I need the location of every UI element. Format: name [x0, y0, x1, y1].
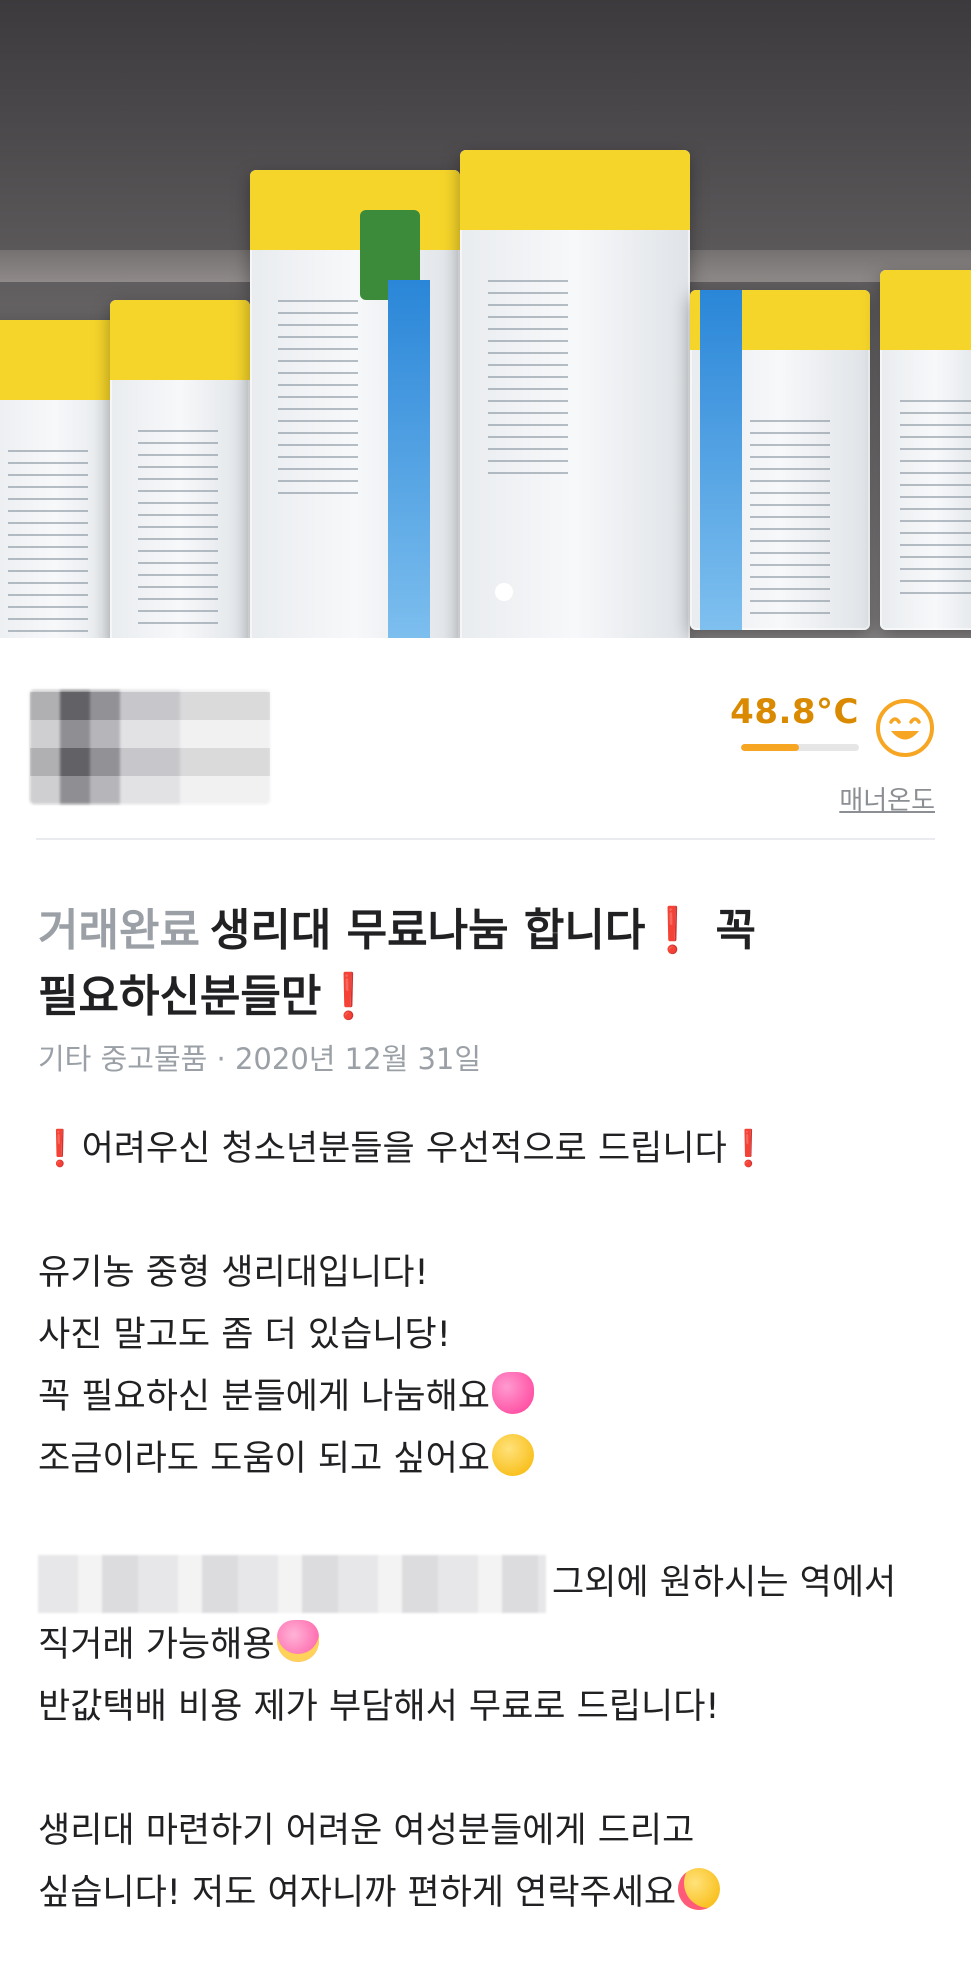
- smiling-face-emoji-icon: [491, 1434, 534, 1476]
- meta-separator: ·: [216, 1042, 226, 1076]
- body-line: 조금이라도 도움이 되고 싶어요: [38, 1428, 935, 1490]
- body-text: 꼭 필요하신 분들에게 나눔해요: [38, 1377, 490, 1417]
- body-line: 사진 말고도 좀 더 있습니당!: [38, 1315, 451, 1355]
- carousel-indicator[interactable]: [495, 583, 513, 601]
- manner-temperature-label[interactable]: 매너온도: [839, 780, 935, 817]
- divider: [36, 838, 935, 840]
- exclamation-icon: ❗: [645, 905, 701, 956]
- body-text: 조금이라도 도움이 되고 싶어요: [38, 1439, 490, 1479]
- smiling-face-with-hearts-icon: [678, 1868, 721, 1910]
- post-date: 2020년 12월 31일: [234, 1042, 482, 1076]
- post-title: 거래완료 생리대 무료나눔 합니다❗ 꼭 필요하신분들만❗: [38, 898, 935, 1030]
- pink-heart-icon: [491, 1372, 534, 1414]
- exclamation-icon: ❗: [726, 1129, 771, 1169]
- exclamation-icon: ❗: [38, 1129, 82, 1169]
- post-body: ❗어려우신 청소년분들을 우선적으로 드립니다❗ 유기농 중형 생리대입니다! …: [38, 1118, 935, 1924]
- body-line: 반값택배 비용 제가 부담해서 무료로 드립니다!: [38, 1687, 720, 1727]
- exclamation-icon: ❗: [321, 971, 377, 1022]
- product-photo[interactable]: [0, 0, 971, 638]
- body-text: 싶습니다! 저도 여자니까 편하게 연락주세요: [38, 1873, 677, 1913]
- heart-with-ribbon-icon: [276, 1620, 319, 1662]
- body-text: 직거래 가능해용: [38, 1625, 275, 1665]
- body-line: 직거래 가능해용: [38, 1614, 935, 1676]
- manner-temperature-fill: [741, 744, 799, 751]
- smiling-face-icon: [876, 699, 934, 757]
- body-text: 어려우신 청소년분들을 우선적으로 드립니다: [81, 1129, 727, 1169]
- body-text: 그외에 원하시는 역에서: [552, 1563, 897, 1603]
- pad-package: [690, 290, 870, 630]
- title-text: 꼭: [715, 905, 756, 956]
- title-text: 생리대 무료나눔 합니다: [209, 905, 646, 956]
- pad-package: [460, 150, 690, 638]
- pad-package: [880, 270, 971, 630]
- title-text: 필요하신분들만: [38, 971, 322, 1022]
- redacted-location: [38, 1555, 546, 1613]
- body-line: ❗어려우신 청소년분들을 우선적으로 드립니다❗: [38, 1118, 935, 1180]
- body-line: 유기농 중형 생리대입니다!: [38, 1253, 429, 1293]
- status-badge: 거래완료: [38, 905, 200, 956]
- body-line: 싶습니다! 저도 여자니까 편하게 연락주세요: [38, 1862, 935, 1924]
- body-line: 생리대 마련하기 어려운 여성분들에게 드리고: [38, 1811, 695, 1851]
- body-line: 그외에 원하시는 역에서: [38, 1552, 935, 1614]
- seller-profile: 48.8°C 매너온도: [0, 638, 971, 838]
- manner-temperature-bar: [741, 744, 859, 751]
- pad-package: [250, 170, 460, 638]
- body-line: 꼭 필요하신 분들에게 나눔해요: [38, 1366, 935, 1428]
- manner-temperature: 48.8°C: [730, 692, 859, 732]
- pad-package: [110, 300, 250, 638]
- category-link[interactable]: 기타 중고물품: [38, 1042, 207, 1076]
- redaction-overlay: [30, 690, 270, 804]
- post-meta: 기타 중고물품 · 2020년 12월 31일: [38, 1036, 933, 1078]
